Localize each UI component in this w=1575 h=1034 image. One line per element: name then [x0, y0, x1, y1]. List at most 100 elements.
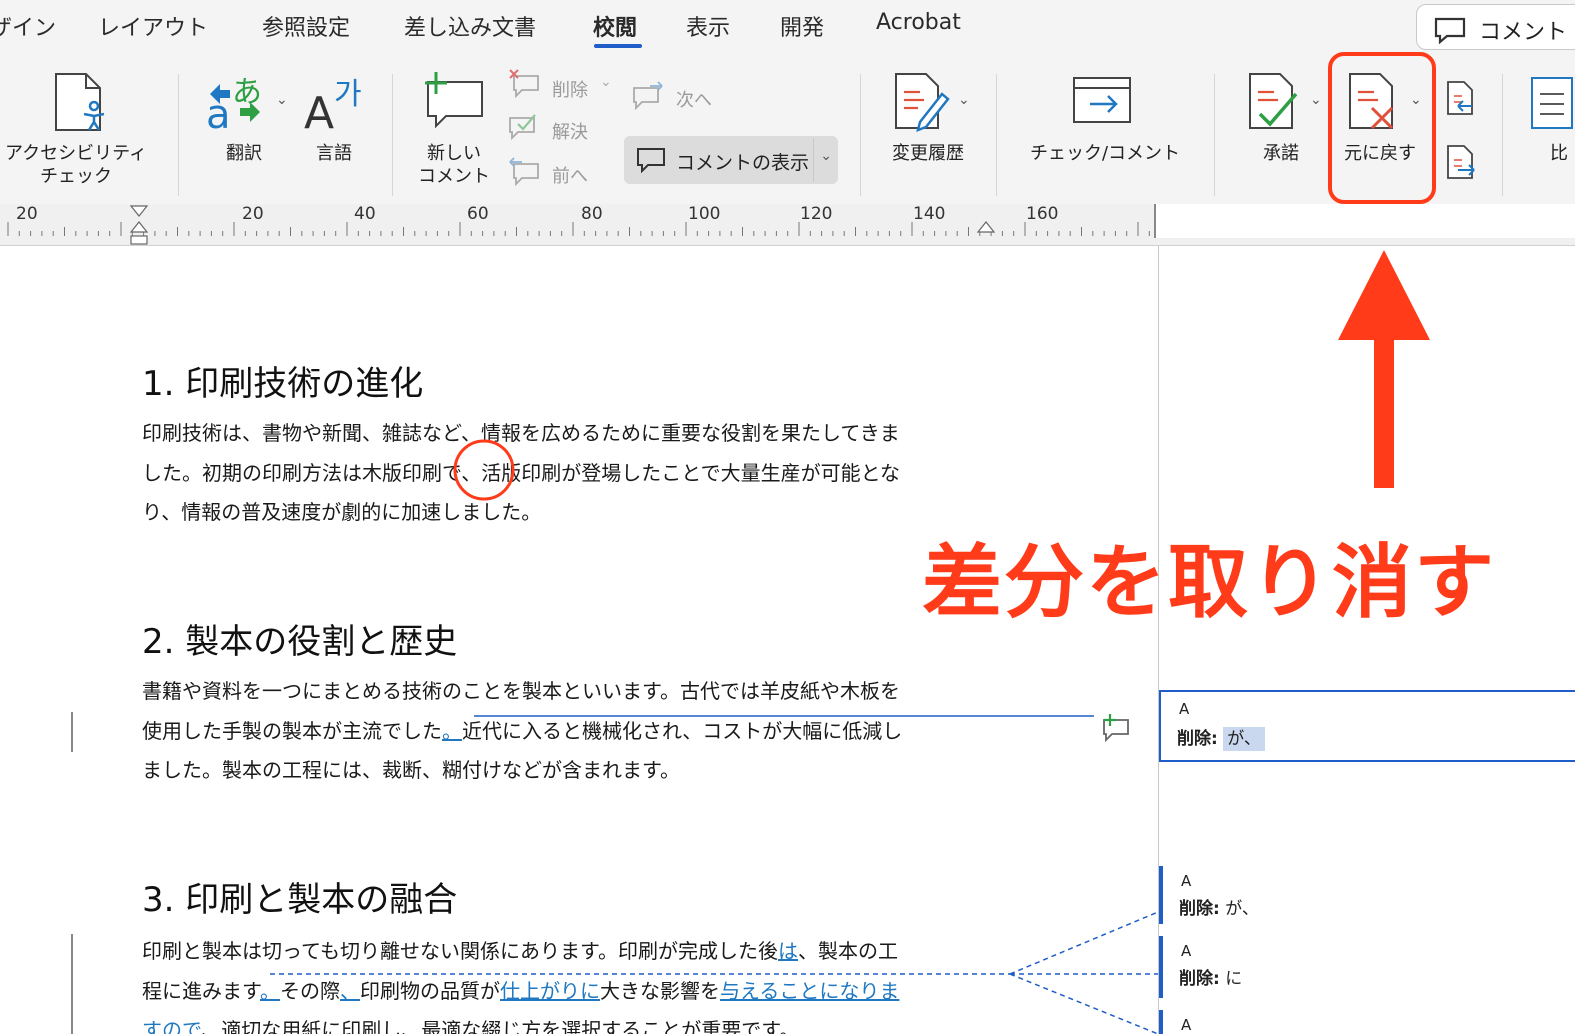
change-bar — [71, 712, 73, 752]
comment-label: 削除: — [1179, 969, 1220, 989]
comment-author: A — [1181, 872, 1192, 890]
ribbon-divider — [392, 74, 393, 196]
svg-text:あ: あ — [232, 75, 262, 110]
text-line: ました。製本の工程には、裁断、糊付けなどが含まれます。 — [142, 758, 680, 782]
inserted-text[interactable]: 。 — [442, 719, 462, 743]
comment-add-icon[interactable] — [1098, 712, 1132, 742]
active-tab-indicator — [594, 44, 642, 48]
previous-comment-label[interactable]: 前へ — [552, 162, 588, 188]
ruler-number: 20 — [16, 204, 38, 224]
ruler-number: 100 — [688, 204, 721, 224]
annotation-arrow — [1336, 248, 1432, 492]
next-comment-label[interactable]: 次へ — [676, 86, 712, 112]
ruler-number: 160 — [1026, 204, 1059, 224]
accessibility-label-2: チェック — [40, 166, 112, 187]
tab-mailings[interactable]: 差し込み文書 — [404, 10, 536, 42]
change-bar — [71, 934, 73, 1034]
inserted-text[interactable]: すので — [142, 1018, 201, 1034]
comment-balloon[interactable]: A 削除: に — [1159, 936, 1575, 998]
new-comment-label-1: 新しい — [427, 143, 481, 164]
comment-balloon[interactable]: A — [1159, 1010, 1575, 1034]
show-comments-button[interactable]: コメントの表示 ⌄ — [624, 136, 838, 184]
heading-section-1[interactable]: 1. 印刷技術の進化 — [142, 356, 423, 405]
ribbon-divider — [178, 74, 179, 196]
ruler-number: 20 — [242, 204, 264, 224]
comment-balloon-selected[interactable]: A 削除: が、 — [1159, 690, 1575, 762]
svg-text:가: 가 — [334, 77, 362, 112]
accept-change-icon[interactable] — [1246, 70, 1306, 132]
comment-balloon[interactable]: A 削除: が、 — [1159, 866, 1575, 924]
ribbon-divider — [813, 138, 814, 182]
accessibility-check-button[interactable]: アクセシビリティ チェック — [0, 142, 156, 188]
document-page[interactable]: 1. 印刷技術の進化 印刷技術は、書物や新聞、雑誌など、情報を広めるために重要な… — [0, 246, 1160, 1034]
paragraph-section-1[interactable]: 印刷技術は、書物や新聞、雑誌など、情報を広めるために重要な役割を果たしてきま し… — [142, 414, 982, 533]
ribbon-tab-bar: ザイン レイアウト 参照設定 差し込み文書 校閲 表示 開発 Acrobat コ… — [0, 0, 1575, 52]
tab-references[interactable]: 参照設定 — [262, 10, 350, 42]
resolve-comment-icon[interactable] — [508, 112, 540, 142]
resolve-comment-label[interactable]: 解決 — [552, 118, 588, 144]
new-comment-button[interactable]: 新しい コメント — [414, 142, 494, 188]
heading-section-2[interactable]: 2. 製本の役割と歴史 — [142, 614, 457, 663]
translate-dropdown-arrow[interactable]: ⌄ — [276, 92, 288, 108]
next-change-icon[interactable] — [1444, 142, 1476, 182]
comment-label: 削除: — [1179, 899, 1220, 919]
comment-icon — [1433, 16, 1467, 44]
comment-text: 削除: が、 — [1179, 894, 1259, 919]
text-line: 印刷技術は、書物や新聞、雑誌など、情報を広めるために重要な役割を果たしてきま — [142, 421, 900, 445]
highlight-circle — [452, 438, 516, 502]
tab-layout[interactable]: レイアウト — [98, 10, 208, 42]
new-comment-icon[interactable] — [420, 70, 486, 128]
tab-review[interactable]: 校閲 — [593, 10, 637, 42]
ribbon-divider — [1214, 74, 1215, 196]
reject-button-highlight — [1328, 52, 1436, 204]
ruler-number: 80 — [581, 204, 603, 224]
track-changes-dropdown-arrow[interactable]: ⌄ — [958, 92, 970, 108]
deleted-text: が、 — [1225, 899, 1259, 919]
track-changes-label[interactable]: 変更履歴 — [884, 142, 972, 165]
annotation-label: 差分を取り消す — [922, 536, 1496, 629]
translate-icon[interactable]: aあ — [204, 72, 266, 132]
previous-comment-icon[interactable] — [508, 156, 540, 186]
comments-button[interactable]: コメント — [1416, 4, 1575, 50]
tab-view[interactable]: 表示 — [686, 10, 730, 42]
accessibility-label-1: アクセシビリティ — [4, 143, 148, 164]
language-label[interactable]: 言語 — [304, 142, 364, 165]
comment-label: 削除: — [1177, 729, 1218, 749]
text-run: 使用した手製の製本が主流でした — [142, 718, 442, 743]
check-comment-label[interactable]: チェック/コメント — [1020, 142, 1190, 165]
language-icon[interactable]: A가 — [304, 72, 366, 132]
ribbon-divider — [860, 74, 861, 196]
ruler-margin-area — [1154, 204, 1575, 238]
horizontal-ruler[interactable]: 20 20 40 60 80 100 120 140 160 — [0, 204, 1575, 246]
comment-icon — [636, 147, 666, 173]
tab-developer[interactable]: 開発 — [780, 10, 824, 42]
deleted-text: に — [1225, 969, 1243, 989]
ruler-number: 40 — [354, 204, 376, 224]
deleted-text: が、 — [1223, 727, 1265, 751]
delete-comment-label[interactable]: 削除 — [552, 76, 588, 102]
previous-change-icon[interactable] — [1444, 78, 1476, 118]
ribbon-divider — [996, 74, 997, 196]
delete-comment-icon[interactable] — [508, 68, 540, 98]
comment-connector-lines — [270, 911, 1159, 1034]
track-changes-icon[interactable] — [892, 70, 952, 132]
tab-acrobat[interactable]: Acrobat — [876, 10, 961, 35]
text-line: した。初期の印刷方法は木版印刷で、活版印刷が登場したことで大量生産が可能とな — [142, 460, 900, 485]
new-comment-label-2: コメント — [418, 166, 490, 187]
next-comment-icon[interactable] — [632, 80, 664, 110]
compare-icon[interactable] — [1530, 76, 1575, 132]
ruler-number: 60 — [467, 204, 489, 224]
accept-dropdown-arrow[interactable]: ⌄ — [1310, 92, 1322, 108]
delete-dropdown-arrow[interactable]: ⌄ — [600, 74, 612, 90]
comment-author: A — [1181, 1016, 1192, 1034]
comment-connector-line — [474, 715, 1094, 717]
show-comments-label: コメントの表示 — [676, 152, 810, 174]
accept-label[interactable]: 承諾 — [1250, 142, 1312, 165]
tab-design[interactable]: ザイン — [0, 10, 56, 42]
ruler-ticks — [7, 205, 1150, 245]
compare-label[interactable]: 比 — [1550, 142, 1575, 165]
ribbon-divider — [1502, 74, 1503, 196]
markup-pane-icon[interactable] — [1072, 76, 1134, 126]
show-comments-dropdown-arrow[interactable]: ⌄ — [820, 148, 832, 164]
translate-label[interactable]: 翻訳 — [214, 142, 274, 165]
